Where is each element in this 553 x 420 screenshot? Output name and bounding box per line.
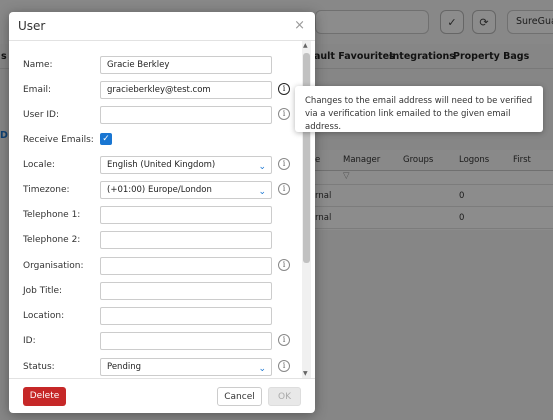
form-row-timezone: Timezone: (+01:00) Europe/London ⌄ i <box>9 180 309 202</box>
user-id-label: User ID: <box>23 110 59 120</box>
form-row-telephone1: Telephone 1: <box>9 205 309 227</box>
user-dialog: User × Name: Gracie Berkley Email: graci… <box>9 12 315 413</box>
chevron-down-icon: ⌄ <box>258 162 266 172</box>
telephone2-label: Telephone 2: <box>23 235 81 245</box>
form-row-status: Status: Pending ⌄ i <box>9 357 309 378</box>
organisation-label: Organisation: <box>23 261 84 271</box>
email-tooltip: Changes to the email address will need t… <box>295 86 543 132</box>
job-title-input[interactable] <box>100 282 272 300</box>
id-label: ID: <box>23 336 36 346</box>
telephone2-input[interactable] <box>100 231 272 249</box>
email-label: Email: <box>23 85 52 95</box>
form-row-user-id: User ID: i <box>9 105 309 127</box>
cancel-button[interactable]: Cancel <box>217 387 262 406</box>
dialog-footer: Delete Cancel OK <box>9 378 315 413</box>
dialog-title: User <box>18 19 46 33</box>
email-info-icon[interactable]: i <box>278 83 290 95</box>
form-row-telephone2: Telephone 2: <box>9 230 309 252</box>
form-row-email: Email: gracieberkley@test.com i <box>9 80 309 102</box>
chevron-down-icon: ⌄ <box>258 187 266 197</box>
user-id-info-icon[interactable]: i <box>278 108 290 120</box>
name-label: Name: <box>23 60 53 70</box>
organisation-input[interactable] <box>100 257 272 275</box>
form-row-location: Location: <box>9 306 309 328</box>
organisation-info-icon[interactable]: i <box>278 259 290 271</box>
close-icon[interactable]: × <box>294 18 305 33</box>
locale-value: English (United Kingdom) <box>107 160 216 170</box>
scroll-down-icon[interactable]: ▼ <box>303 370 308 377</box>
receive-emails-label: Receive Emails: <box>23 135 94 145</box>
status-info-icon[interactable]: i <box>278 360 290 372</box>
telephone1-input[interactable] <box>100 206 272 224</box>
status-value: Pending <box>107 362 141 372</box>
form-row-organisation: Organisation: i <box>9 256 309 278</box>
job-title-label: Job Title: <box>23 286 63 296</box>
timezone-info-icon[interactable]: i <box>278 183 290 195</box>
telephone1-label: Telephone 1: <box>23 210 81 220</box>
dialog-header: User × <box>9 12 315 41</box>
user-id-input[interactable] <box>100 106 272 124</box>
timezone-label: Timezone: <box>23 185 70 195</box>
name-input[interactable]: Gracie Berkley <box>100 56 272 74</box>
dialog-body: Name: Gracie Berkley Email: gracieberkle… <box>9 41 315 378</box>
form-row-name: Name: Gracie Berkley <box>9 55 309 77</box>
email-input[interactable]: gracieberkley@test.com <box>100 81 272 99</box>
timezone-select[interactable]: (+01:00) Europe/London ⌄ <box>100 181 272 199</box>
form-row-locale: Locale: English (United Kingdom) ⌄ i <box>9 155 309 177</box>
location-label: Location: <box>23 311 65 321</box>
locale-label: Locale: <box>23 160 55 170</box>
form-row-id: ID: i <box>9 331 309 353</box>
id-info-icon[interactable]: i <box>278 334 290 346</box>
receive-emails-checkbox[interactable]: ✓ <box>100 133 112 145</box>
form-row-job-title: Job Title: <box>9 281 309 303</box>
timezone-value: (+01:00) Europe/London <box>107 185 212 195</box>
status-label: Status: <box>23 362 55 372</box>
ok-button[interactable]: OK <box>268 387 301 406</box>
locale-info-icon[interactable]: i <box>278 158 290 170</box>
scroll-up-icon[interactable]: ▲ <box>303 42 308 49</box>
locale-select[interactable]: English (United Kingdom) ⌄ <box>100 156 272 174</box>
id-input[interactable] <box>100 332 272 350</box>
location-input[interactable] <box>100 307 272 325</box>
delete-button[interactable]: Delete <box>23 387 66 406</box>
status-select[interactable]: Pending ⌄ <box>100 358 272 376</box>
chevron-down-icon: ⌄ <box>258 364 266 374</box>
scrollbar-thumb[interactable] <box>303 53 310 263</box>
form-row-receive-emails: Receive Emails: ✓ <box>9 130 309 152</box>
